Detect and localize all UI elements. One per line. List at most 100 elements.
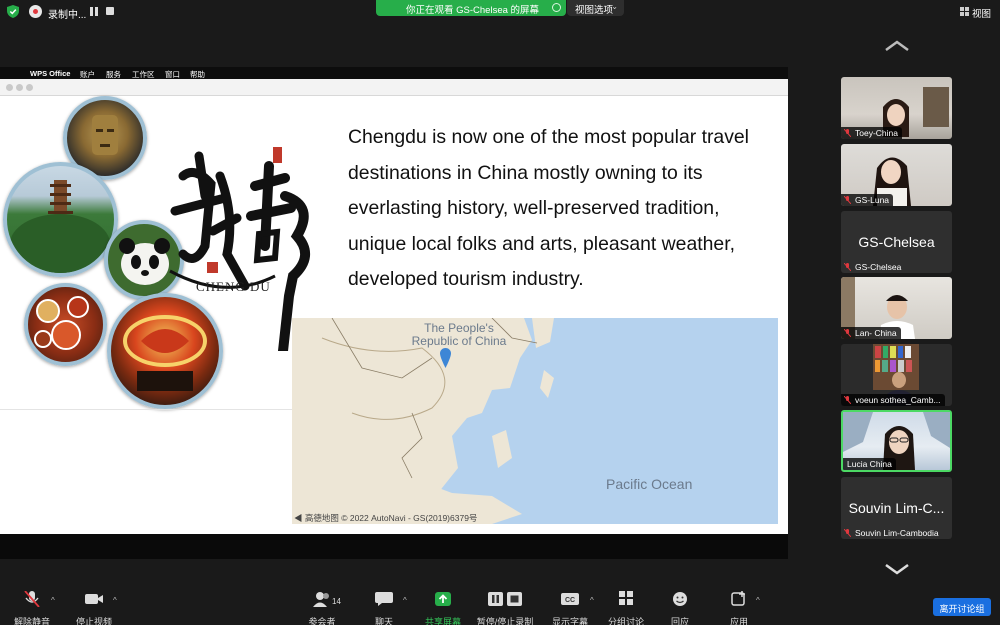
share-screen-label: 共享屏幕	[424, 617, 461, 625]
share-screen-button[interactable]: 共享屏幕	[424, 591, 462, 625]
chat-bubble-icon	[375, 592, 393, 606]
participant-tile[interactable]: Toey-China	[841, 77, 952, 139]
window-zoom-icon	[26, 84, 33, 91]
window-minimize-icon	[16, 84, 23, 91]
view-options-button[interactable]: 视图选项 ⌄	[567, 0, 624, 16]
closed-captions-icon: CC	[561, 593, 579, 605]
participant-name: Lucia China	[843, 458, 896, 470]
show-captions-button[interactable]: CC 显示字幕	[552, 591, 588, 625]
unmute-button[interactable]: 解除静音	[12, 590, 52, 625]
view-button[interactable]: 视图	[960, 6, 996, 20]
shield-icon	[7, 5, 19, 18]
mic-muted-icon	[844, 129, 851, 137]
stop-recording-icon[interactable]	[106, 7, 114, 15]
mic-muted-icon	[24, 590, 40, 608]
apps-options-caret[interactable]: ^	[756, 596, 760, 605]
slide-text-line: everlasting history, well-preserved trad…	[348, 197, 720, 219]
window-close-icon	[6, 84, 13, 91]
breakout-rooms-label: 分组讨论	[608, 617, 645, 625]
slide-text-line: unique local folks and arts, pleasant we…	[348, 232, 735, 255]
participant-name-text: GS-Luna	[855, 195, 890, 205]
reactions-button[interactable]: 回应	[669, 591, 691, 625]
stop-video-button[interactable]: 停止视频	[73, 591, 115, 625]
hotpot-dishes-photo	[24, 283, 107, 366]
reactions-label: 回应	[670, 617, 689, 625]
participant-big-name: Souvin Lim-C...	[848, 500, 945, 516]
video-options-caret[interactable]: ^	[113, 596, 117, 605]
captions-options-caret[interactable]: ^	[590, 596, 594, 605]
participant-tile[interactable]: GS-Luna	[841, 144, 952, 206]
pause-stop-recording-label: 暂停/停止录制	[476, 617, 534, 625]
chengdu-caption: CHENG DU	[196, 279, 271, 294]
presentation-slide: CHENG DU Chengdu is now one of the most …	[0, 96, 788, 534]
breakout-rooms-icon	[619, 591, 633, 605]
participants-icon	[313, 592, 329, 607]
chat-button[interactable]: 聊天	[372, 591, 396, 625]
mic-muted-icon	[844, 329, 851, 337]
pause-stop-recording-button[interactable]: 暂停/停止录制	[476, 591, 534, 625]
meeting-toolbar: 解除静音 ^ 停止视频 ^ 参会者 14 聊天 ^ 共享屏幕 暂停/停止录制 C…	[0, 587, 1000, 625]
recording-label: 录制中...	[48, 10, 87, 21]
video-camera-icon	[85, 594, 103, 604]
participant-tile[interactable]: GS-Chelsea GS-Chelsea	[841, 211, 952, 273]
slide-body-text: Chengdu is now one of the most popular t…	[348, 120, 778, 298]
stop-video-label: 停止视频	[75, 617, 112, 625]
participant-count-badge: 14	[332, 597, 341, 606]
participant-tile[interactable]: Souvin Lim-C... Souvin Lim-Cambodia	[841, 477, 952, 539]
view-label: 视图	[972, 9, 992, 20]
participant-name-text: Toey-China	[855, 128, 898, 138]
ocean-label: Pacific Ocean	[606, 476, 693, 492]
map-country-line2: Republic of China	[411, 334, 507, 348]
recording-icon	[29, 5, 42, 18]
seal-stamp-top	[273, 147, 282, 163]
audio-options-caret[interactable]: ^	[51, 596, 55, 605]
chat-options-caret[interactable]: ^	[403, 596, 407, 605]
participant-name-text: Lan- China	[855, 328, 897, 338]
presentation-title-bar	[0, 79, 788, 96]
slide-divider	[0, 409, 292, 410]
participant-big-name: GS-Chelsea	[858, 234, 935, 250]
participant-tile[interactable]: voeun sothea_Camb...	[841, 344, 952, 406]
participant-name-text: GS-Chelsea	[855, 262, 902, 272]
chat-label: 聊天	[374, 617, 393, 625]
apps-button[interactable]: 应用	[728, 591, 750, 625]
view-options-label: 视图选项	[575, 5, 614, 16]
slide-text-line: Chengdu is now one of the most popular t…	[348, 126, 749, 148]
zoom-meeting-window: 录制中... 你正在观看 GS-Chelsea 的屏幕 视图选项 ⌄ 视图 WP…	[0, 0, 1000, 625]
map-image: The People's Republic of China Pacific O…	[292, 318, 778, 524]
mic-muted-icon	[844, 529, 851, 537]
participant-name: Toey-China	[841, 127, 902, 139]
pagoda-photo	[3, 162, 118, 277]
status-icon	[552, 3, 561, 12]
shared-screen: WPS Office 账户 服务 工作区 窗口 帮助 CHENG DU Chen…	[0, 67, 788, 559]
apps-label: 应用	[729, 617, 748, 625]
participant-name: GS-Luna	[841, 194, 894, 206]
seal-stamp-bottom	[207, 262, 218, 273]
chevron-down-icon: ⌄	[611, 2, 618, 11]
participant-tile-active-speaker[interactable]: Lucia China	[841, 410, 952, 472]
viewing-banner-text: 你正在观看 GS-Chelsea 的屏幕	[406, 5, 540, 16]
chevron-up-icon[interactable]	[884, 40, 910, 52]
apps-icon	[731, 591, 745, 606]
participant-name-text: Lucia China	[847, 459, 892, 469]
participants-label: 参会者	[308, 617, 336, 625]
participant-tile[interactable]: Lan- China	[841, 277, 952, 339]
participant-name: voeun sothea_Camb...	[841, 394, 945, 406]
participant-name: Lan- China	[841, 327, 901, 339]
location-pin-icon	[440, 348, 451, 368]
mac-menu-bar: WPS Office 账户 服务 工作区 窗口 帮助	[0, 67, 788, 79]
leave-breakout-room-button[interactable]: 离开讨论组	[933, 598, 991, 616]
participants-button[interactable]: 参会者	[306, 591, 338, 625]
emoji-icon	[673, 592, 687, 606]
pause-recording-icon[interactable]	[90, 7, 98, 16]
map-landmass	[292, 318, 554, 524]
viewing-banner[interactable]: 你正在观看 GS-Chelsea 的屏幕	[376, 0, 566, 16]
participant-name: GS-Chelsea	[841, 261, 905, 273]
mic-muted-icon	[844, 196, 851, 204]
participant-name: Souvin Lim-Cambodia	[841, 527, 943, 539]
participant-name-text: voeun sothea_Camb...	[855, 395, 941, 405]
mic-muted-icon	[844, 396, 851, 404]
participant-name-text: Souvin Lim-Cambodia	[855, 528, 939, 538]
breakout-rooms-button[interactable]: 分组讨论	[608, 591, 645, 625]
chevron-down-icon[interactable]	[884, 563, 910, 575]
